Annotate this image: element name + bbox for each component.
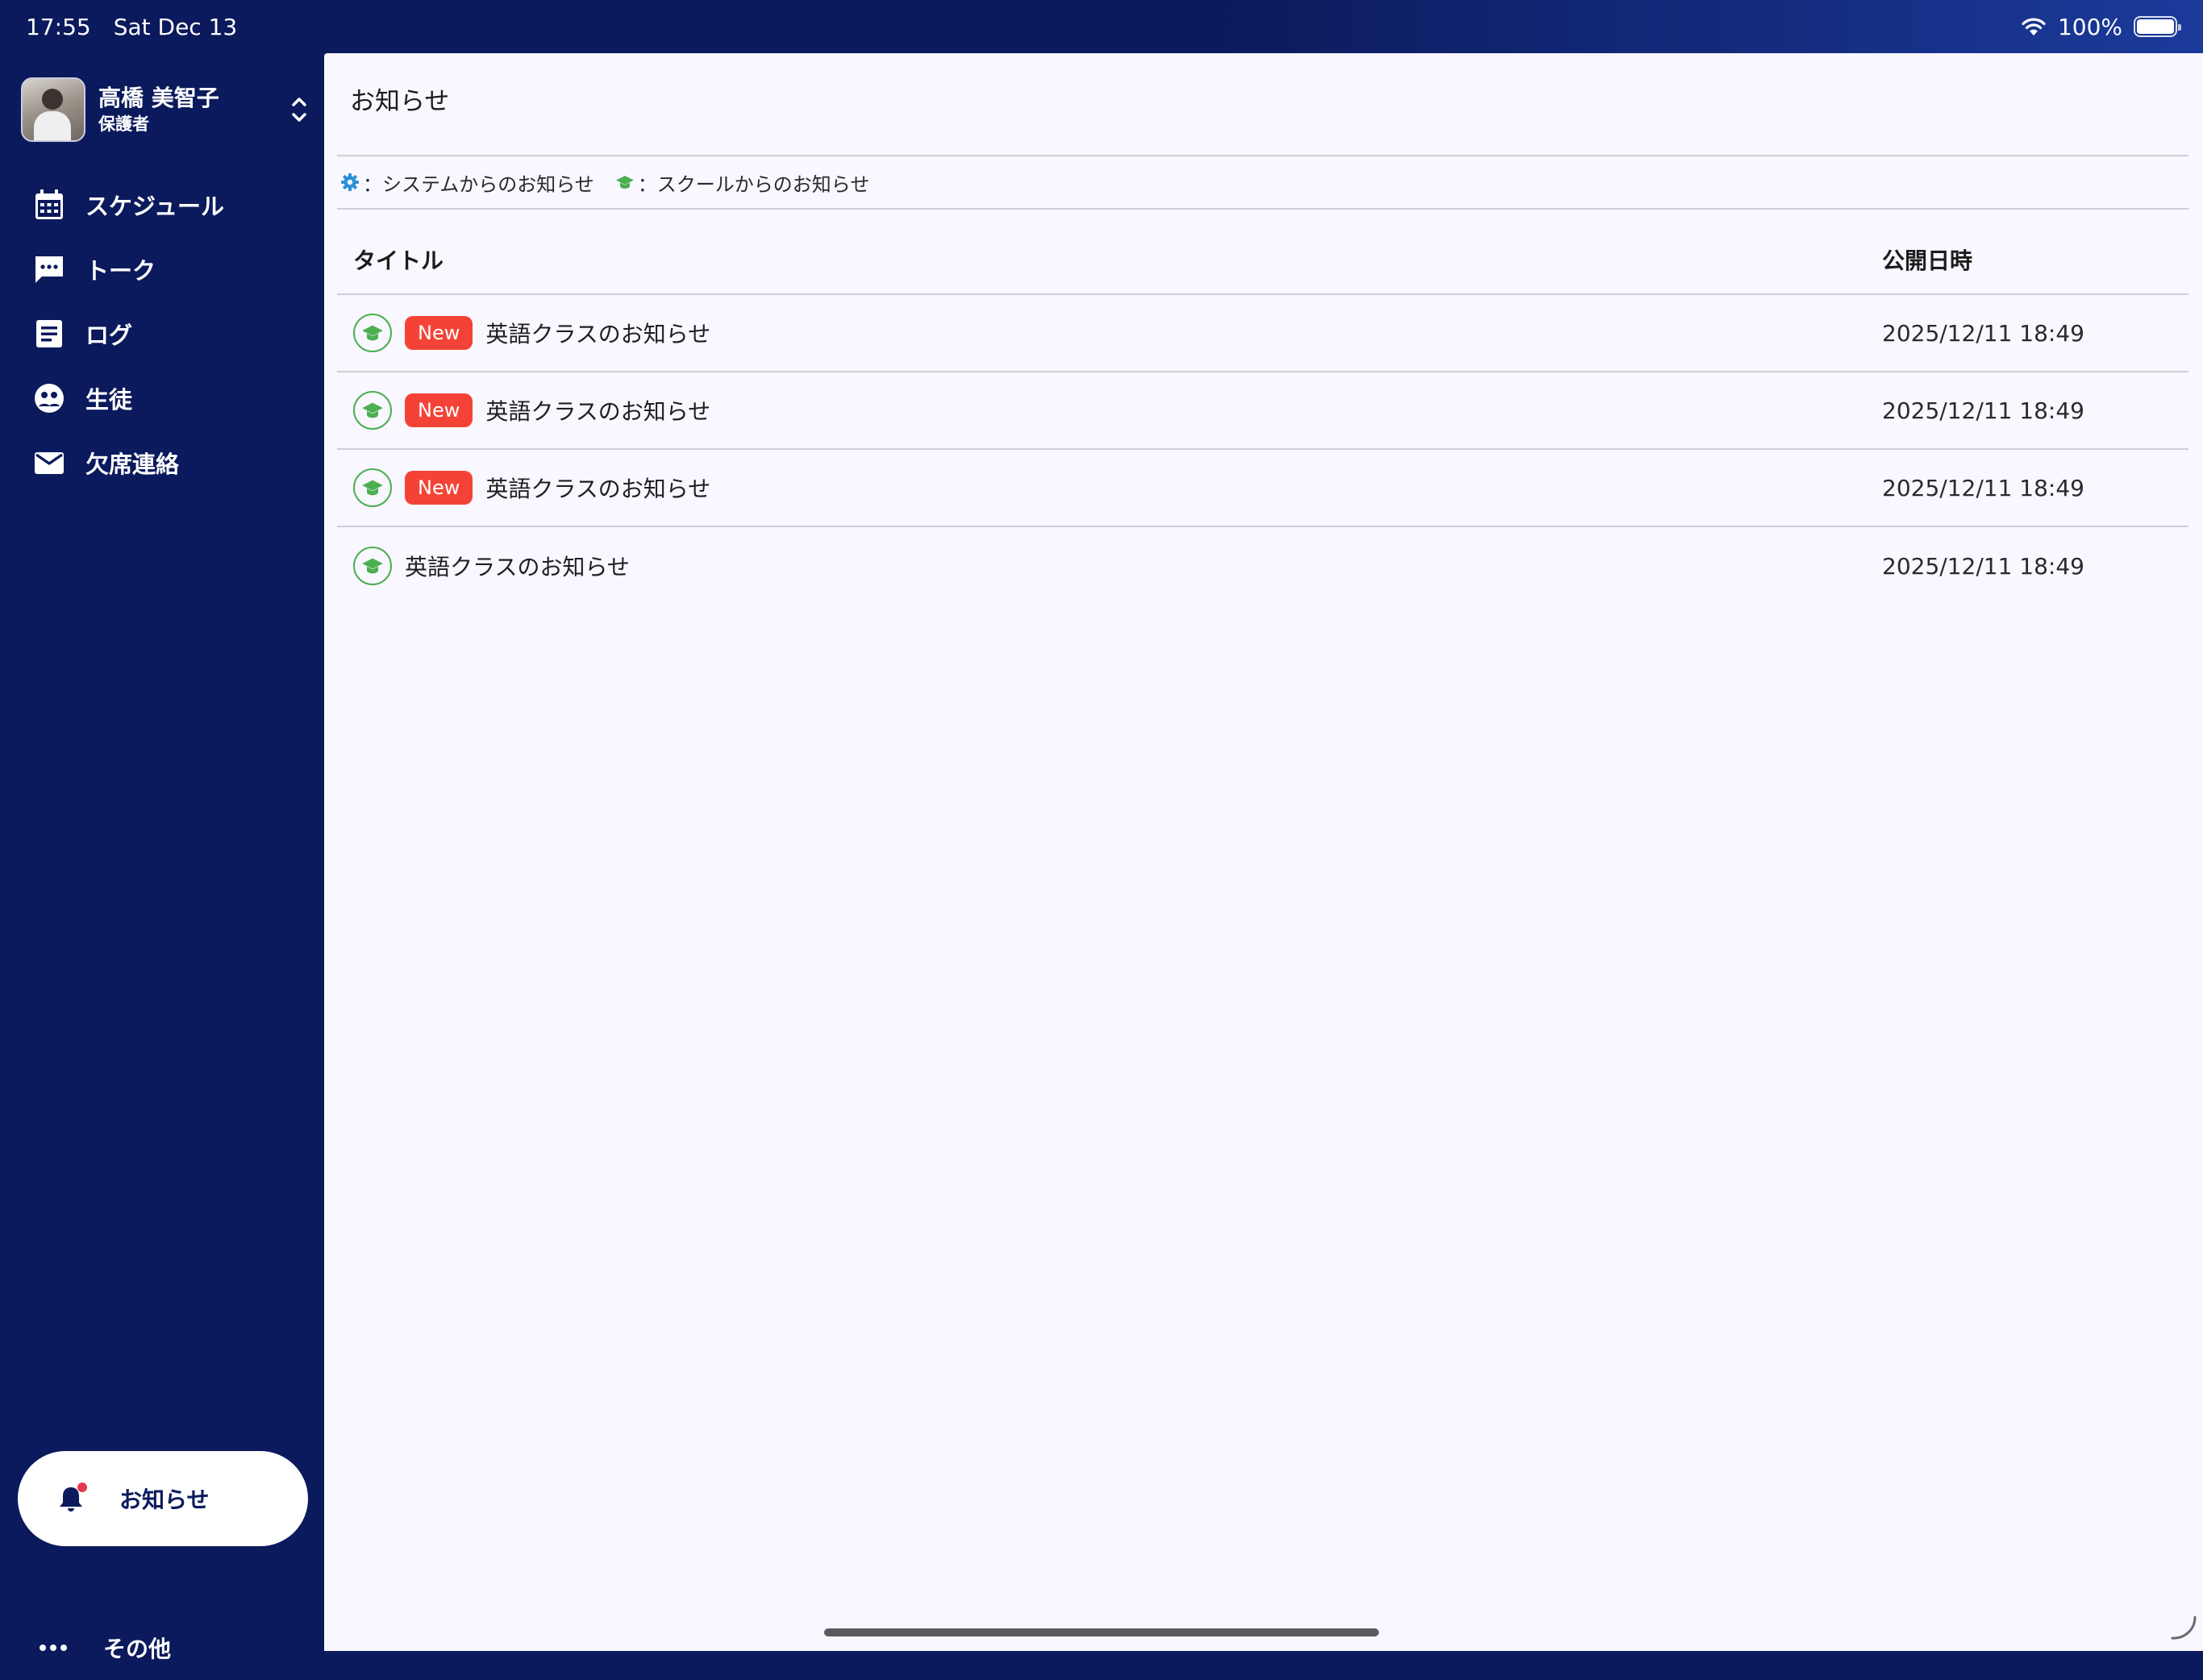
profile-switcher[interactable]: 高橋 美智子 保護者 <box>21 76 311 143</box>
row-title-cell: New 英語クラスのお知らせ <box>337 391 1882 430</box>
school-source-icon <box>353 547 392 585</box>
chat-icon <box>35 256 63 283</box>
source-legend: ：システムからのお知らせ ：スクールからのお知らせ <box>337 155 2188 210</box>
table-row[interactable]: New 英語クラスのお知らせ 2025/12/11 18:49 <box>337 295 2188 372</box>
sidebar-item-label: スケジュール <box>85 193 224 220</box>
sidebar-item-more[interactable]: その他 <box>0 1616 324 1680</box>
notice-table: タイトル 公開日時 New 英語クラスのお知らせ 2025/12/11 18:4… <box>337 226 2188 605</box>
status-time: 17:55 <box>26 13 91 40</box>
row-title: 英語クラスのお知らせ <box>485 398 711 425</box>
row-title-cell: New 英語クラスのお知らせ <box>337 468 1882 507</box>
row-date: 2025/12/11 18:49 <box>1882 474 2084 501</box>
row-title: 英語クラスのお知らせ <box>405 554 630 580</box>
sidebar: 高橋 美智子 保護者 スケジュール トーク ログ 生徒 欠席連絡 お知らせ その… <box>0 53 324 1662</box>
column-header-title: タイトル <box>353 247 444 274</box>
document-icon <box>36 320 62 347</box>
row-date: 2025/12/11 18:49 <box>1882 397 2084 424</box>
calendar-icon <box>35 189 63 219</box>
home-indicator[interactable] <box>824 1628 1379 1636</box>
battery-icon <box>2134 16 2181 37</box>
table-header: タイトル 公開日時 <box>337 226 2188 295</box>
resize-corner-icon <box>2171 1616 2197 1640</box>
legend-school: ：スクールからのお知らせ <box>615 168 870 197</box>
notification-dot <box>77 1482 87 1492</box>
avatar <box>21 77 85 142</box>
main-panel: お知らせ ：システムからのお知らせ ：スクールからのお知らせ タイトル 公開日時… <box>324 53 2203 1651</box>
row-title-cell: 英語クラスのお知らせ <box>337 547 1882 585</box>
more-label: その他 <box>103 1636 172 1662</box>
row-date: 2025/12/11 18:49 <box>1882 552 2084 580</box>
new-badge: New <box>405 393 473 427</box>
student-icon <box>35 384 64 413</box>
status-date: Sat Dec 13 <box>113 13 238 40</box>
legend-system-label: ：システムからのお知らせ <box>363 173 594 196</box>
sidebar-item-notices[interactable]: お知らせ <box>18 1451 308 1546</box>
sidebar-item-schedule[interactable]: スケジュール <box>0 173 324 237</box>
sidebar-item-absence[interactable]: 欠席連絡 <box>0 430 324 495</box>
profile-text: 高橋 美智子 保護者 <box>98 84 219 135</box>
page-title: お知らせ <box>350 87 450 116</box>
sidebar-item-label: ログ <box>85 322 133 349</box>
sidebar-item-label: 欠席連絡 <box>85 451 180 478</box>
sidebar-item-log[interactable]: ログ <box>0 301 324 366</box>
bell-icon-wrap <box>55 1482 87 1515</box>
profile-role: 保護者 <box>98 114 149 134</box>
profile-name: 高橋 美智子 <box>98 85 219 111</box>
more-dots-icon <box>40 1645 67 1651</box>
table-row[interactable]: New 英語クラスのお知らせ 2025/12/11 18:49 <box>337 372 2188 450</box>
table-row[interactable]: New 英語クラスのお知らせ 2025/12/11 18:49 <box>337 450 2188 527</box>
school-source-icon <box>353 468 392 507</box>
row-title: 英語クラスのお知らせ <box>485 476 711 502</box>
new-badge: New <box>405 316 473 350</box>
battery-fill <box>2137 19 2174 34</box>
school-source-icon <box>353 391 392 430</box>
graduation-cap-icon <box>362 480 383 496</box>
column-header-date: 公開日時 <box>1882 247 1973 274</box>
status-bar: 17:55 Sat Dec 13 100% <box>0 0 2203 53</box>
sidebar-item-students[interactable]: 生徒 <box>0 366 324 430</box>
table-row[interactable]: 英語クラスのお知らせ 2025/12/11 18:49 <box>337 527 2188 605</box>
status-right: 100% <box>2021 13 2181 40</box>
sidebar-item-label: 生徒 <box>85 386 133 414</box>
row-title-cell: New 英語クラスのお知らせ <box>337 314 1882 352</box>
battery-percent: 100% <box>2057 13 2122 40</box>
new-badge: New <box>405 471 473 505</box>
mail-icon <box>35 452 64 474</box>
graduation-cap-icon <box>362 558 383 574</box>
sidebar-item-talk[interactable]: トーク <box>0 237 324 301</box>
graduation-cap-icon <box>362 325 383 341</box>
row-title: 英語クラスのお知らせ <box>485 321 711 347</box>
sidebar-item-label: トーク <box>85 257 156 285</box>
gear-icon <box>341 173 359 191</box>
graduation-cap-icon <box>615 176 634 189</box>
row-date: 2025/12/11 18:49 <box>1882 319 2084 347</box>
notices-label: お知らせ <box>119 1487 210 1513</box>
wifi-icon <box>2022 18 2046 35</box>
school-source-icon <box>353 314 392 352</box>
sidebar-nav: スケジュール トーク ログ 生徒 欠席連絡 <box>0 173 324 495</box>
graduation-cap-icon <box>362 402 383 418</box>
legend-system: ：システムからのお知らせ <box>340 168 594 197</box>
legend-school-label: ：スクールからのお知らせ <box>637 173 870 196</box>
chevron-up-down-icon[interactable] <box>287 89 311 131</box>
